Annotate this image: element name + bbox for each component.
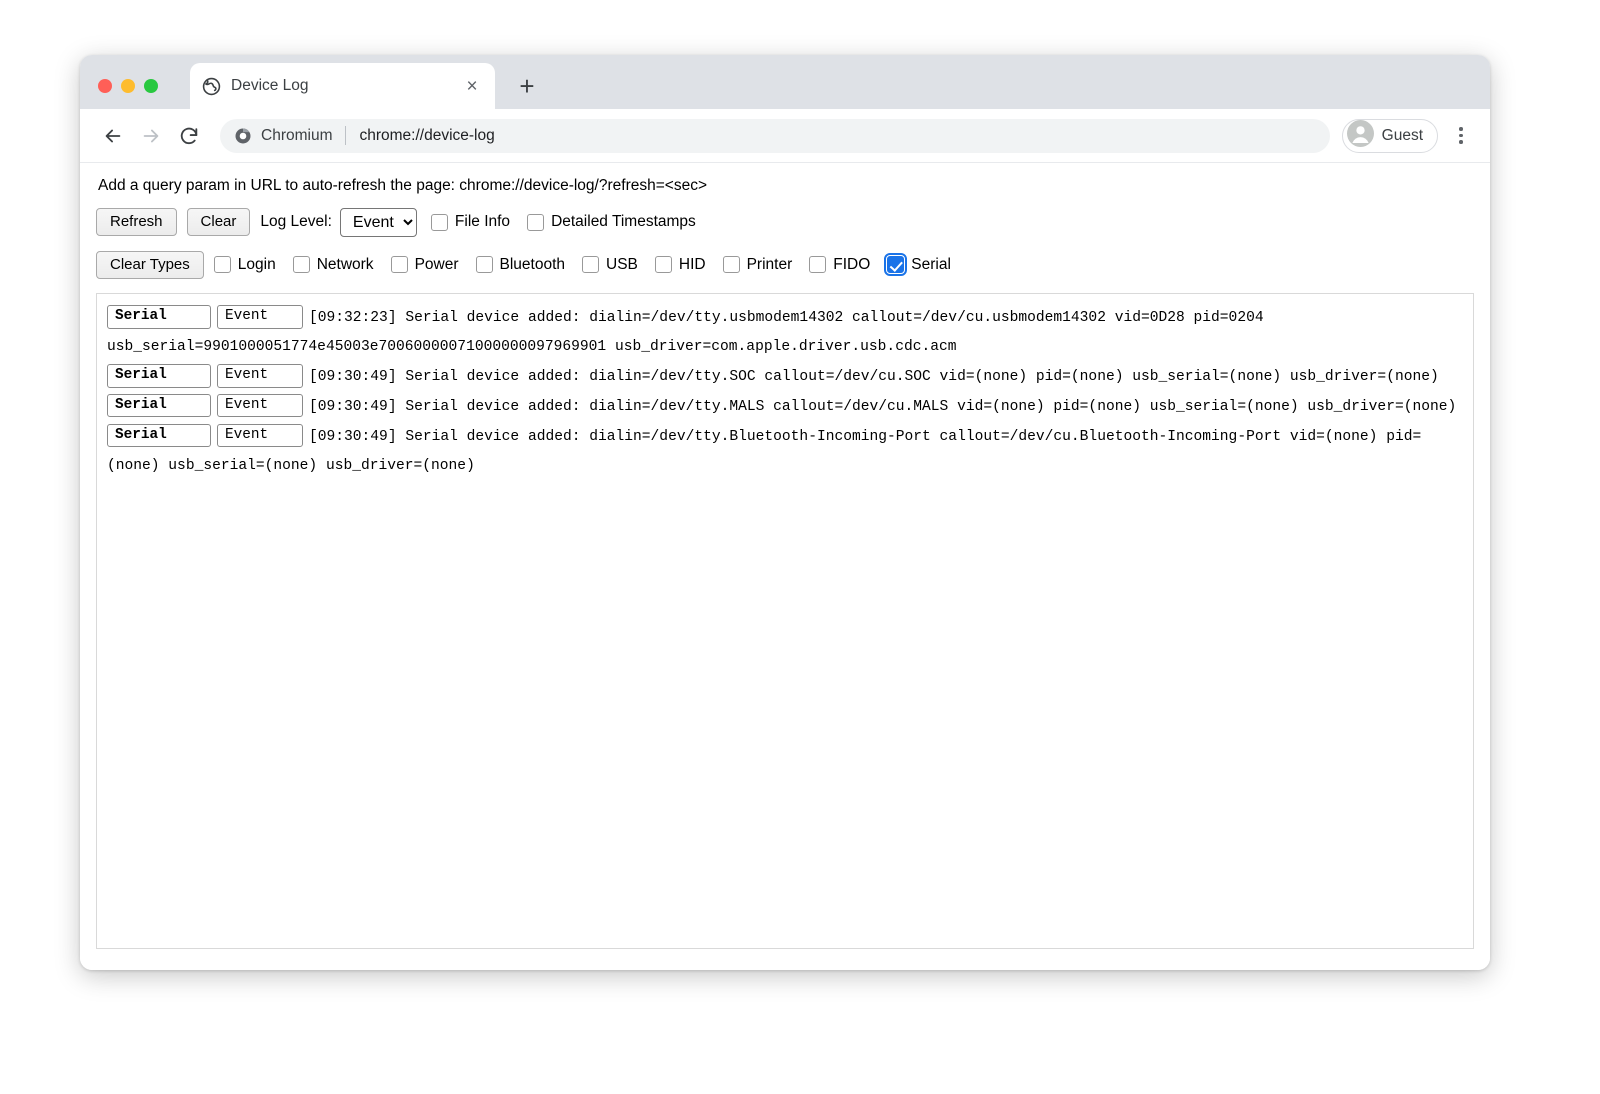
profile-label: Guest xyxy=(1382,127,1423,145)
type-filter-label: Network xyxy=(317,256,374,274)
forward-icon[interactable] xyxy=(134,119,168,153)
checkbox-box[interactable] xyxy=(214,256,231,273)
log-level-label: Log Level: xyxy=(260,213,332,231)
close-icon[interactable]: × xyxy=(461,75,483,97)
address-bar[interactable]: Chromium chrome://device-log xyxy=(220,119,1330,153)
minimize-window-button[interactable] xyxy=(121,79,135,93)
type-filter-hid[interactable]: HID xyxy=(655,256,706,274)
type-filter-network[interactable]: Network xyxy=(293,256,374,274)
tab-device-log[interactable]: Device Log × xyxy=(190,63,495,109)
log-entry: Serial Event [09:30:49] Serial device adde… xyxy=(107,363,1465,392)
log-entry: Serial Event[09:30:49] Serial device adde… xyxy=(107,423,1465,481)
log-entry-text: [09:30:49] Serial device added: dialin=/… xyxy=(309,369,1439,385)
log-level-badge: Event xyxy=(217,394,303,417)
checkbox-box[interactable] xyxy=(391,256,408,273)
log-type-badge: Serial xyxy=(107,424,211,447)
detailed-timestamps-checkbox[interactable]: Detailed Timestamps xyxy=(527,213,696,231)
type-filter-bluetooth[interactable]: Bluetooth xyxy=(476,256,566,274)
clear-types-button[interactable]: Clear Types xyxy=(96,251,204,280)
log-entry-text: [09:30:49] Serial device added: dialin=/… xyxy=(107,429,1421,474)
checkbox-box[interactable] xyxy=(527,214,544,231)
type-filter-label: Bluetooth xyxy=(500,256,566,274)
globe-icon xyxy=(202,77,221,96)
file-info-label: File Info xyxy=(455,213,510,231)
omnibox-divider xyxy=(345,126,346,145)
log-level-badge: Event xyxy=(217,305,303,328)
type-filter-fido[interactable]: FIDO xyxy=(809,256,870,274)
close-window-button[interactable] xyxy=(98,79,112,93)
window-controls xyxy=(98,79,158,93)
checkbox-box[interactable] xyxy=(655,256,672,273)
kebab-menu-icon[interactable] xyxy=(1446,119,1476,153)
type-filter-serial[interactable]: Serial xyxy=(887,256,951,274)
log-level-badge: Event xyxy=(217,424,303,447)
checkbox-box[interactable] xyxy=(809,256,826,273)
type-filter-label: FIDO xyxy=(833,256,870,274)
reload-icon[interactable] xyxy=(172,119,206,153)
primary-controls-row: Refresh Clear Log Level: Event File Info… xyxy=(96,208,1474,237)
log-level-select[interactable]: Event xyxy=(340,208,417,237)
log-type-filters-row: Clear Types Login Network Power Bluetooth US… xyxy=(96,251,1474,280)
log-output-panel[interactable]: SerialEvent[09:32:23] Serial device adde… xyxy=(96,293,1474,949)
log-type-badge: Serial xyxy=(107,305,211,328)
log-entry-text: [09:30:49] Serial device added: dialin=/… xyxy=(309,399,1456,415)
refresh-button[interactable]: Refresh xyxy=(96,208,177,237)
type-filter-label: Printer xyxy=(747,256,793,274)
browser-toolbar: Chromium chrome://device-log Guest xyxy=(80,109,1490,163)
new-tab-button[interactable]: + xyxy=(512,71,542,101)
log-level-badge: Event xyxy=(217,364,303,387)
type-filter-usb[interactable]: USB xyxy=(582,256,638,274)
type-filter-label: HID xyxy=(679,256,706,274)
back-icon[interactable] xyxy=(96,119,130,153)
detailed-timestamps-label: Detailed Timestamps xyxy=(551,213,696,231)
browser-window: Device Log × + xyxy=(80,55,1490,970)
type-filter-label: Serial xyxy=(911,256,951,274)
log-entry: SerialEvent[09:32:23] Serial device adde… xyxy=(107,304,1465,362)
screenshot-root: Device Log × + xyxy=(0,0,1600,1094)
checkbox-box[interactable] xyxy=(582,256,599,273)
tab-strip: Device Log × + xyxy=(80,55,1490,109)
checkbox-box[interactable] xyxy=(476,256,493,273)
avatar xyxy=(1347,120,1374,152)
device-log-page: Add a query param in URL to auto-refresh… xyxy=(80,163,1490,970)
omnibox-url: chrome://device-log xyxy=(359,127,494,145)
checkbox-box[interactable] xyxy=(723,256,740,273)
log-type-badge: Serial xyxy=(107,394,211,417)
log-type-badge: Serial xyxy=(107,364,211,387)
type-filter-label: USB xyxy=(606,256,638,274)
chromium-logo-icon xyxy=(234,127,252,145)
auto-refresh-hint: Add a query param in URL to auto-refresh… xyxy=(98,177,1474,196)
page-controls: Add a query param in URL to auto-refresh… xyxy=(80,177,1490,279)
checkbox-box[interactable] xyxy=(887,256,904,273)
maximize-window-button[interactable] xyxy=(144,79,158,93)
type-filter-power[interactable]: Power xyxy=(391,256,459,274)
type-filter-printer[interactable]: Printer xyxy=(723,256,793,274)
tab-title: Device Log xyxy=(231,77,451,95)
type-filter-label: Login xyxy=(238,256,276,274)
type-filter-label: Power xyxy=(415,256,459,274)
profile-button[interactable]: Guest xyxy=(1342,119,1438,153)
checkbox-box[interactable] xyxy=(431,214,448,231)
checkbox-box[interactable] xyxy=(293,256,310,273)
omnibox-brand-label: Chromium xyxy=(261,127,332,145)
log-entry: Serial Event [09:30:49] Serial device adde… xyxy=(107,393,1465,422)
file-info-checkbox[interactable]: File Info xyxy=(431,213,510,231)
type-filter-login[interactable]: Login xyxy=(214,256,276,274)
clear-button[interactable]: Clear xyxy=(187,208,251,237)
